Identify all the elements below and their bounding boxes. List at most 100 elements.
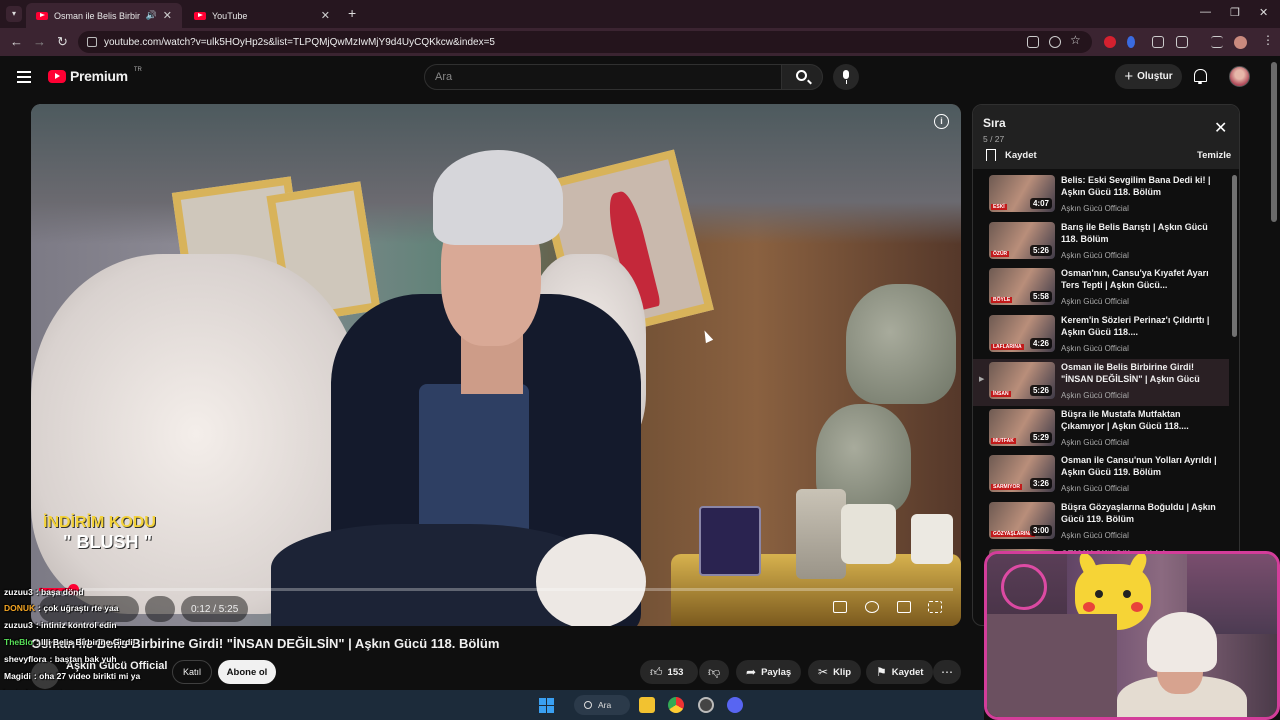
queue-thumbnail: GÖZYAŞLARINA 3:00 bbox=[989, 501, 1055, 539]
forward-icon[interactable]: → bbox=[33, 34, 46, 49]
promo-code-overlay: İNDİRİM KODU " BLUSH " bbox=[43, 514, 156, 553]
windows-start-icon[interactable] bbox=[539, 698, 554, 713]
miniplayer-icon[interactable] bbox=[897, 601, 911, 613]
video-frame-image bbox=[31, 104, 961, 626]
more-actions-button[interactable]: ⋯ bbox=[933, 660, 961, 684]
queue-item-channel: Aşkın Gücü Official bbox=[1061, 204, 1129, 213]
tab-current-video[interactable]: Osman ile Belis Birbirine Gi 🔊 ✕ bbox=[26, 3, 182, 28]
share-arrow-icon: ➦ bbox=[746, 665, 757, 679]
queue-thumbnail: SARMIYOR 3:26 bbox=[989, 455, 1055, 493]
close-tab-icon[interactable]: ✕ bbox=[163, 9, 172, 22]
queue-item[interactable]: LAFLARINA 4:26 Kerem'in Sözleri Perinaz'ı … bbox=[973, 312, 1229, 359]
restore-icon[interactable]: ❐ bbox=[1230, 6, 1240, 19]
extension-audio-icon[interactable] bbox=[1127, 36, 1135, 48]
chat-message: zuzuu3: başa dönd bbox=[4, 587, 84, 597]
subtitles-icon[interactable] bbox=[833, 601, 847, 613]
app-icon[interactable] bbox=[698, 697, 714, 713]
file-explorer-icon[interactable] bbox=[639, 697, 655, 713]
account-avatar[interactable] bbox=[1229, 66, 1250, 87]
tab-youtube[interactable]: YouTube ✕ bbox=[184, 3, 340, 28]
queue-scrollbar[interactable] bbox=[1232, 175, 1237, 337]
thumbs-down-icon: 👎︎ bbox=[708, 664, 721, 679]
close-icon[interactable]: ✕ bbox=[1214, 118, 1227, 138]
like-button[interactable]: 👍︎ 153 bbox=[640, 660, 698, 684]
queue-item[interactable]: ESKİ 4:07 Belis: Eski Sevgilim Bana Dedi k… bbox=[973, 172, 1229, 219]
more-menu-icon[interactable]: ⋮ bbox=[1262, 33, 1274, 47]
info-icon[interactable]: i bbox=[934, 114, 949, 129]
search-button[interactable] bbox=[781, 64, 823, 90]
discord-icon[interactable] bbox=[727, 697, 743, 713]
queue-item[interactable]: GÖZYAŞLARINA 3:00 Büşra Gözyaşlarına Boğul… bbox=[973, 499, 1229, 546]
minimize-icon[interactable]: — bbox=[1200, 6, 1211, 18]
youtube-logo-icon bbox=[48, 69, 66, 83]
tab-list-dropdown[interactable]: ▾ bbox=[6, 6, 22, 22]
settings-gear-icon[interactable] bbox=[865, 601, 879, 613]
new-tab-button[interactable]: + bbox=[348, 5, 356, 21]
create-label: Oluştur bbox=[1137, 71, 1173, 82]
speaker-icon[interactable]: 🔊 bbox=[146, 10, 157, 21]
queue-item[interactable]: MUTFAK 5:29 Büşra ile Mustafa Mutfaktan Çı… bbox=[973, 406, 1229, 453]
queue-clear-button[interactable]: Temizle bbox=[1197, 150, 1231, 161]
queue-position: 5 / 27 bbox=[983, 134, 1005, 144]
thumbnail-caption: BÖYLE bbox=[991, 297, 1013, 304]
clip-button[interactable]: ✂ Klip bbox=[808, 660, 862, 684]
join-button[interactable]: Katıl bbox=[172, 660, 212, 684]
address-bar[interactable]: youtube.com/watch?v=ulk5HOyHp2s&list=TLP… bbox=[78, 31, 1092, 53]
thumbnail-caption: MUTFAK bbox=[991, 437, 1016, 444]
media-control-icon[interactable] bbox=[1211, 36, 1223, 48]
extension-red-icon[interactable] bbox=[1104, 36, 1116, 48]
voice-search-icon[interactable] bbox=[833, 64, 859, 90]
thumbnail-caption: ESKİ bbox=[991, 204, 1007, 210]
search-input[interactable]: Ara bbox=[424, 64, 782, 90]
volume-button[interactable] bbox=[145, 596, 175, 622]
dislike-button[interactable]: 👎︎ bbox=[699, 660, 729, 684]
browser-toolbar: ← → ↻ youtube.com/watch?v=ulk5HOyHp2s&li… bbox=[0, 28, 1280, 56]
chat-username: zuzuu3 bbox=[4, 587, 33, 597]
more-horizontal-icon: ⋯ bbox=[941, 665, 953, 679]
chat-message: TheBlo: llli Belis Birbirine Girdi! bbox=[4, 637, 136, 647]
queue-thumbnail: İNSAN 5:26 bbox=[989, 361, 1055, 399]
profile-avatar-icon[interactable] bbox=[1234, 36, 1247, 49]
hamburger-menu-icon[interactable] bbox=[17, 71, 31, 83]
chrome-icon[interactable] bbox=[668, 697, 684, 713]
site-info-icon[interactable] bbox=[87, 37, 97, 47]
video-player[interactable]: İNDİRİM KODU " BLUSH " i 0:12 / 5:25 bbox=[31, 104, 961, 626]
queue-save-button[interactable]: Kaydet bbox=[1005, 150, 1037, 161]
fullscreen-icon[interactable] bbox=[928, 601, 942, 613]
windows-taskbar: Ara bbox=[0, 690, 984, 720]
queue-item-channel: Aşkın Gücü Official bbox=[1061, 437, 1129, 447]
promo-code-label: İNDİRİM KODU bbox=[43, 514, 156, 531]
progress-bar[interactable] bbox=[39, 584, 953, 595]
subscribe-button[interactable]: Abone ol bbox=[218, 660, 276, 684]
time-display: 0:12 / 5:25 bbox=[181, 596, 249, 622]
extensions-puzzle-icon[interactable] bbox=[1176, 36, 1188, 48]
queue-item-channel: Aşkın Gücü Official bbox=[1061, 344, 1129, 354]
extension-tile-icon[interactable] bbox=[1152, 36, 1164, 48]
queue-item[interactable]: ▶ İNSAN 5:26 Osman ile Belis Birbirine Gird… bbox=[973, 358, 1229, 406]
youtube-premium-logo[interactable]: Premium TR bbox=[48, 67, 142, 84]
queue-item[interactable]: ÖZÜR 5:26 Barış ile Belis Barıştı | Aşkın … bbox=[973, 219, 1229, 266]
cast-icon[interactable] bbox=[1027, 36, 1039, 48]
queue-item[interactable]: SARMIYOR 3:26 Osman ile Cansu'nun Yolları … bbox=[973, 452, 1229, 499]
queue-thumbnail: ESKİ 4:07 bbox=[989, 175, 1055, 212]
queue-item[interactable]: BÖYLE 5:58 Osman'nın, Cansu'ya Kıyafet Aya… bbox=[973, 265, 1229, 312]
create-button[interactable]: + Oluştur bbox=[1115, 64, 1182, 89]
chat-message: zuzuu3: intiniz kontrol edin bbox=[4, 620, 117, 630]
queue-thumbnail: LAFLARINA 4:26 bbox=[989, 315, 1055, 353]
thumbnail-caption: İNSAN bbox=[991, 390, 1011, 397]
notifications-bell-icon[interactable] bbox=[1193, 69, 1207, 84]
eye-off-icon[interactable] bbox=[1049, 36, 1061, 48]
queue-item-title: Osman ile Belis Birbirine Girdi! "İNSAN … bbox=[1061, 361, 1200, 384]
page-scrollbar[interactable] bbox=[1271, 62, 1277, 222]
share-button[interactable]: ➦ Paylaş bbox=[736, 660, 802, 684]
bookmark-icon[interactable] bbox=[986, 149, 996, 161]
share-label: Paylaş bbox=[761, 666, 792, 678]
video-duration: 5:29 bbox=[1029, 431, 1052, 443]
close-window-icon[interactable]: ✕ bbox=[1259, 6, 1268, 19]
taskbar-search[interactable]: Ara bbox=[574, 695, 630, 715]
reload-icon[interactable]: ↻ bbox=[57, 34, 68, 50]
close-tab-icon[interactable]: ✕ bbox=[321, 9, 330, 22]
save-button[interactable]: ⚑ Kaydet bbox=[866, 660, 934, 684]
bookmark-star-icon[interactable]: ☆ bbox=[1070, 33, 1082, 47]
back-icon[interactable]: ← bbox=[10, 34, 23, 49]
